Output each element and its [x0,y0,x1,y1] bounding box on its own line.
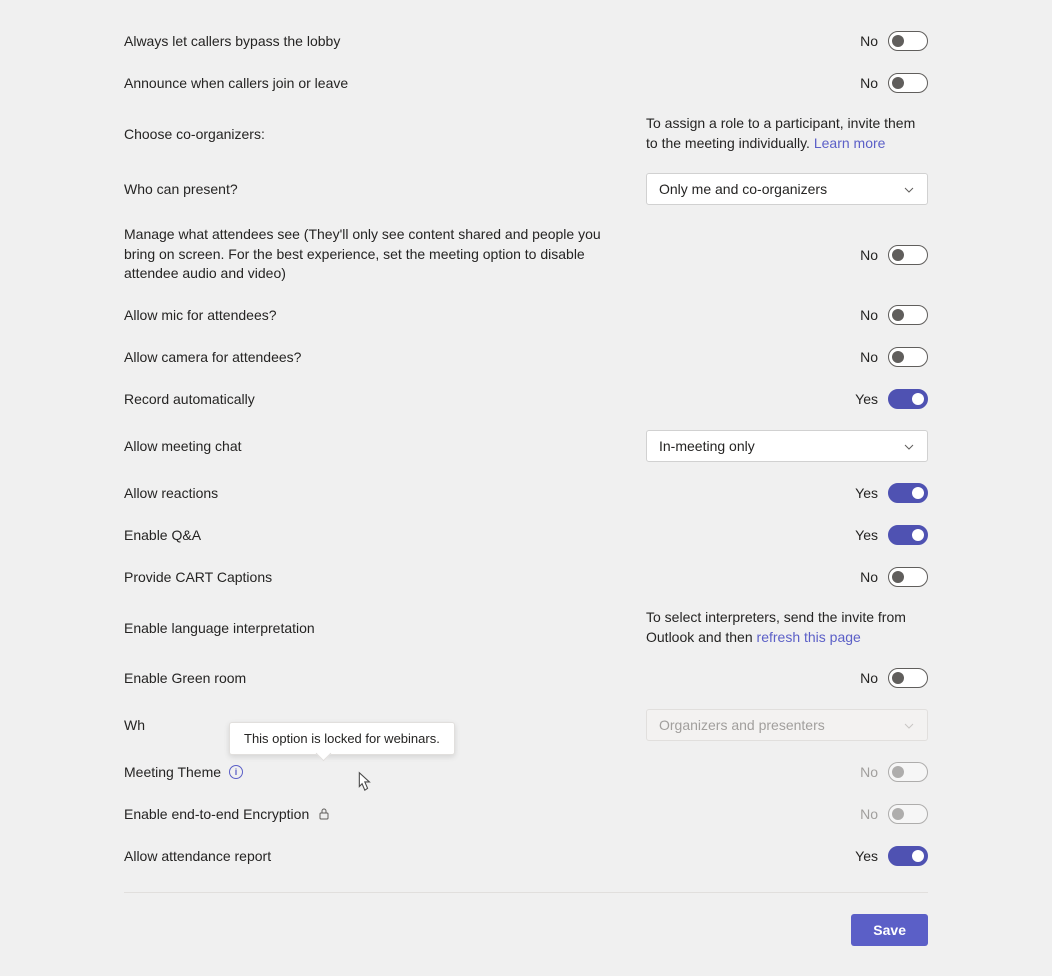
label-e2e-encrypt: Enable end-to-end Encryption [124,806,309,822]
toggle-state-cart: No [860,569,878,585]
chevron-down-icon [903,719,915,731]
toggle-state-mic: No [860,307,878,323]
select-organizers-presenters: Organizers and presenters [646,709,928,741]
toggle-manage-attendees[interactable] [888,245,928,265]
info-icon[interactable]: i [229,765,243,779]
toggle-state-green: No [860,670,878,686]
label-attendance-report: Allow attendance report [124,848,855,864]
footer: Save [124,908,928,946]
label-co-organizers: Choose co-organizers: [124,126,646,142]
toggle-state-qa: Yes [855,527,878,543]
toggle-state-e2e: No [860,806,878,822]
label-announce-callers: Announce when callers join or leave [124,75,860,91]
row-who-can-present: Who can present? Only me and co-organize… [124,163,928,215]
toggle-meeting-theme [888,762,928,782]
label-allow-mic: Allow mic for attendees? [124,307,860,323]
toggle-state-theme: No [860,764,878,780]
toggle-record-auto[interactable] [888,389,928,409]
row-allow-camera: Allow camera for attendees? No [124,336,928,378]
link-refresh-page[interactable]: refresh this page [757,629,861,645]
label-manage-attendees: Manage what attendees see (They'll only … [124,225,644,284]
info-language-interp: To select interpreters, send the invite … [646,608,928,647]
row-record-auto: Record automatically Yes [124,378,928,420]
row-attendance-report: Allow attendance report Yes [124,835,928,877]
chevron-down-icon [903,440,915,452]
row-co-organizers: Choose co-organizers: To assign a role t… [124,104,928,163]
label-record-auto: Record automatically [124,391,855,407]
toggle-announce-callers[interactable] [888,73,928,93]
toggle-attendance-report[interactable] [888,846,928,866]
link-learn-more[interactable]: Learn more [814,135,886,151]
toggle-state-announce: No [860,75,878,91]
toggle-enable-qa[interactable] [888,525,928,545]
toggle-e2e-encrypt [888,804,928,824]
row-manage-attendees: Manage what attendees see (They'll only … [124,215,928,294]
row-allow-mic: Allow mic for attendees? No [124,294,928,336]
label-green-room: Enable Green room [124,670,860,686]
select-value-present: Only me and co-organizers [659,181,827,197]
row-cart-captions: Provide CART Captions No [124,556,928,598]
tooltip-locked-webinars: This option is locked for webinars. [229,722,455,755]
row-announce-callers: Announce when callers join or leave No [124,62,928,104]
row-language-interp: Enable language interpretation To select… [124,598,928,657]
toggle-allow-reactions[interactable] [888,483,928,503]
label-allow-reactions: Allow reactions [124,485,855,501]
lock-icon [317,807,331,821]
chevron-down-icon [903,183,915,195]
label-bypass-lobby: Always let callers bypass the lobby [124,33,860,49]
row-e2e-encrypt: Enable end-to-end Encryption No [124,793,928,835]
label-e2e-encrypt-wrap: Enable end-to-end Encryption [124,806,860,822]
footer-divider [124,892,928,893]
info-co-organizers: To assign a role to a participant, invit… [646,114,928,153]
select-value-chat: In-meeting only [659,438,755,454]
save-button[interactable]: Save [851,914,928,946]
toggle-state-bypass: No [860,33,878,49]
label-meeting-theme-wrap: Meeting Theme i This option is locked fo… [124,764,860,780]
label-cart-captions: Provide CART Captions [124,569,860,585]
toggle-state-manage: No [860,247,878,263]
toggle-state-attendance: Yes [855,848,878,864]
toggle-bypass-lobby[interactable] [888,31,928,51]
label-meeting-theme: Meeting Theme [124,764,221,780]
label-who-can-present: Who can present? [124,181,646,197]
row-bypass-lobby: Always let callers bypass the lobby No [124,20,928,62]
row-allow-reactions: Allow reactions Yes [124,472,928,514]
toggle-state-reactions: Yes [855,485,878,501]
label-language-interp: Enable language interpretation [124,620,646,636]
row-meeting-theme: Meeting Theme i This option is locked fo… [124,751,928,793]
toggle-allow-camera[interactable] [888,347,928,367]
label-enable-qa: Enable Q&A [124,527,855,543]
toggle-state-record: Yes [855,391,878,407]
toggle-state-camera: No [860,349,878,365]
select-who-can-present[interactable]: Only me and co-organizers [646,173,928,205]
label-meeting-chat: Allow meeting chat [124,438,646,454]
label-allow-camera: Allow camera for attendees? [124,349,860,365]
row-green-room: Enable Green room No [124,657,928,699]
cursor-pointer-icon [352,770,374,794]
toggle-cart-captions[interactable] [888,567,928,587]
row-meeting-chat: Allow meeting chat In-meeting only [124,420,928,472]
toggle-green-room[interactable] [888,668,928,688]
select-value-orgpres: Organizers and presenters [659,717,825,733]
row-enable-qa: Enable Q&A Yes [124,514,928,556]
select-meeting-chat[interactable]: In-meeting only [646,430,928,462]
toggle-allow-mic[interactable] [888,305,928,325]
